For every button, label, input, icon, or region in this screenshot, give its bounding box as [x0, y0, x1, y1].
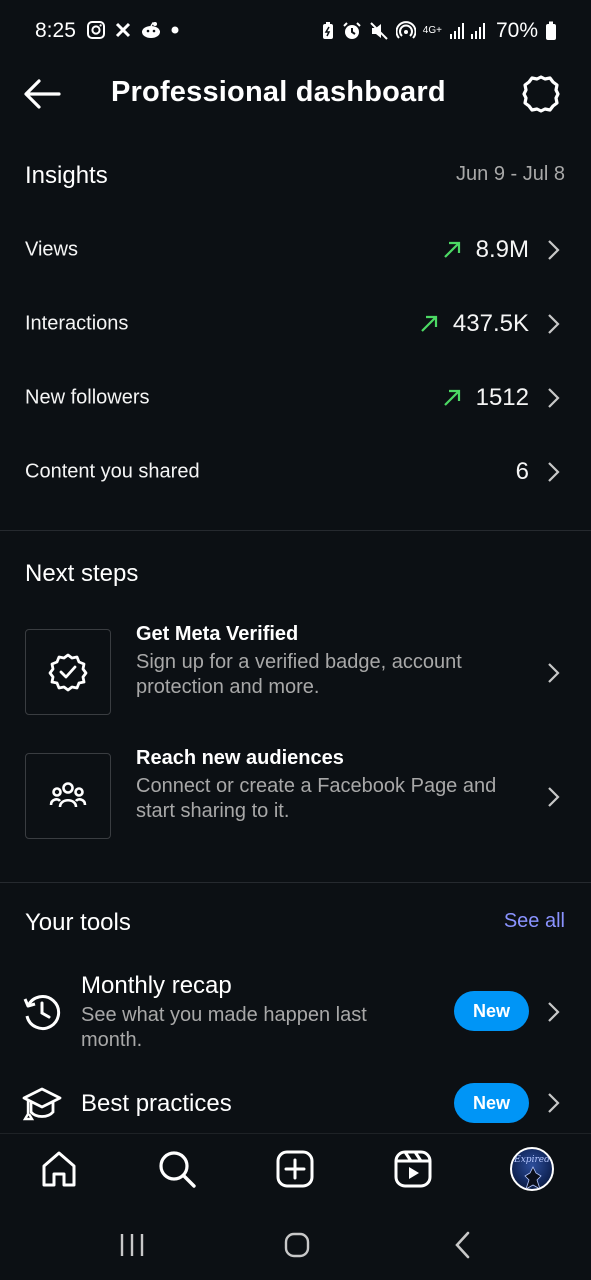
- insight-value: 8.9M: [475, 236, 529, 263]
- chevron-right-icon: [548, 1002, 560, 1022]
- chevron-right-icon: [548, 1093, 560, 1113]
- page-title: Professional dashboard: [111, 76, 446, 108]
- insight-label: New followers: [25, 386, 150, 409]
- battery-saver-icon: [322, 22, 333, 39]
- avatar-text: Expired: [514, 1155, 550, 1165]
- battery-icon: [546, 21, 556, 40]
- settings-button[interactable]: [521, 74, 561, 114]
- reels-icon: [394, 1150, 432, 1188]
- nav-search[interactable]: [156, 1148, 198, 1190]
- back-chevron-icon: [455, 1231, 470, 1259]
- system-home-button[interactable]: [277, 1229, 317, 1261]
- next-steps-title: Next steps: [25, 560, 139, 587]
- divider: [0, 530, 591, 531]
- app-header: Professional dashboard: [0, 62, 591, 128]
- home-circle-icon: [284, 1232, 310, 1258]
- recents-icon: [120, 1234, 144, 1256]
- system-nav-bar: [0, 1209, 591, 1280]
- step-description: Connect or create a Facebook Page and st…: [136, 775, 497, 822]
- profile-avatar: Expired: [510, 1147, 554, 1191]
- insight-label: Content you shared: [25, 460, 200, 483]
- tool-description: See what you made happen last month.: [81, 1004, 367, 1051]
- chevron-right-icon: [548, 240, 560, 260]
- insight-row-views[interactable]: Views 8.9M: [0, 213, 591, 287]
- trend-up-icon: [443, 241, 460, 258]
- insight-value: 1512: [475, 384, 529, 411]
- tool-monthly-recap[interactable]: Monthly recap See what you made happen l…: [0, 962, 591, 1062]
- alarm-icon: [343, 22, 361, 39]
- see-all-link[interactable]: See all: [504, 910, 565, 933]
- mute-icon: [370, 22, 388, 40]
- settings-icon: [522, 75, 560, 113]
- trend-up-icon: [443, 389, 460, 406]
- battery-percent: 70%: [495, 19, 538, 42]
- chevron-right-icon: [548, 663, 560, 683]
- insight-row-content-shared[interactable]: Content you shared 6: [0, 435, 591, 509]
- step-description: Sign up for a verified badge, account pr…: [136, 651, 462, 698]
- verified-badge-icon: [48, 653, 88, 692]
- system-back-button[interactable]: [443, 1229, 483, 1261]
- back-button[interactable]: [22, 76, 62, 112]
- chevron-right-icon: [548, 388, 560, 408]
- tool-title: Best practices: [81, 1090, 232, 1117]
- dot-icon: [171, 26, 179, 34]
- chevron-right-icon: [548, 787, 560, 807]
- chevron-right-icon: [548, 462, 560, 482]
- system-recents-button[interactable]: [112, 1229, 152, 1261]
- insight-value: 437.5K: [452, 310, 529, 337]
- create-icon: [276, 1150, 314, 1188]
- status-bar: 8:25 4G+ 70%: [0, 0, 591, 62]
- step-title: Get Meta Verified: [136, 623, 299, 645]
- network-type: 4G+: [422, 25, 442, 36]
- tool-title: Monthly recap: [81, 972, 232, 999]
- instagram-icon: [87, 21, 105, 39]
- status-time: 8:25: [35, 19, 76, 42]
- divider: [0, 882, 591, 883]
- signal-icon: [449, 23, 485, 39]
- tool-best-practices[interactable]: Best practices New: [0, 1072, 591, 1134]
- step-title: Reach new audiences: [136, 747, 344, 769]
- nav-reels[interactable]: [392, 1148, 434, 1190]
- bottom-nav-bar: Expired: [0, 1133, 591, 1209]
- back-arrow-icon: [24, 79, 61, 109]
- nav-profile[interactable]: Expired: [510, 1147, 554, 1191]
- new-badge: New: [454, 991, 529, 1031]
- trend-up-icon: [421, 315, 438, 332]
- your-tools-title: Your tools: [25, 909, 131, 936]
- insight-row-new-followers[interactable]: New followers 1512: [0, 361, 591, 435]
- insight-row-interactions[interactable]: Interactions 437.5K: [0, 287, 591, 361]
- insight-value: 6: [515, 458, 529, 485]
- insights-title: Insights: [25, 162, 108, 189]
- audience-icon: [49, 782, 87, 808]
- nav-create[interactable]: [274, 1148, 316, 1190]
- home-icon: [42, 1151, 76, 1187]
- nav-home[interactable]: [38, 1148, 80, 1190]
- history-icon: [23, 995, 61, 1030]
- search-icon: [159, 1151, 196, 1188]
- x-app-icon: [115, 22, 131, 38]
- graduation-cap-icon: [22, 1087, 62, 1121]
- insight-label: Interactions: [25, 312, 129, 335]
- insight-label: Views: [25, 238, 78, 261]
- reddit-icon: [142, 22, 160, 38]
- new-badge: New: [454, 1083, 529, 1123]
- step-reach-audiences[interactable]: Reach new audiences Connect or create a …: [0, 741, 591, 853]
- date-range: Jun 9 - Jul 8: [456, 163, 565, 185]
- chevron-right-icon: [548, 314, 560, 334]
- step-meta-verified[interactable]: Get Meta Verified Sign up for a verified…: [0, 617, 591, 729]
- hotspot-icon: [395, 21, 416, 39]
